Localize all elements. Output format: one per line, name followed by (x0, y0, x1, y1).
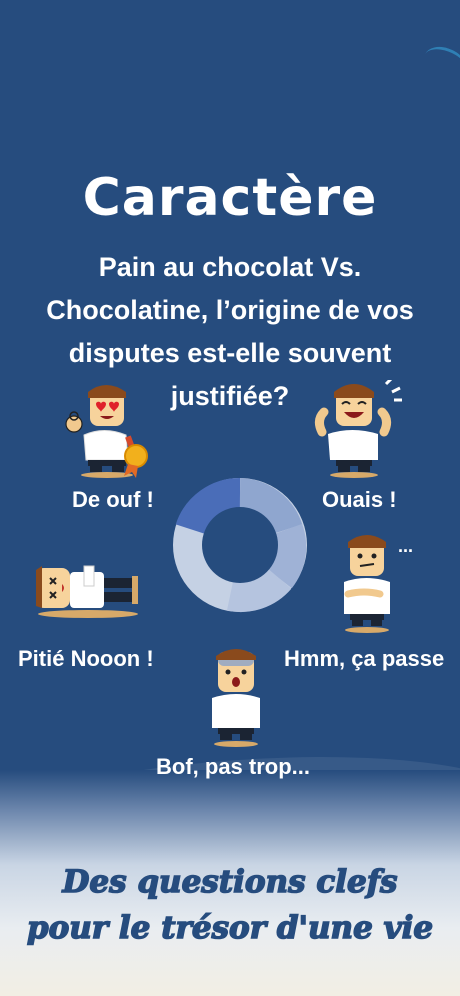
page-title: Caractère (82, 168, 378, 228)
answer-label-bof-pas-trop: Bof, pas trop... (156, 754, 310, 779)
answers-donut-graphic (173, 478, 307, 613)
thinking-character-icon (344, 535, 390, 633)
answer-label-ouais: Ouais ! (322, 487, 397, 512)
shocked-character-icon (212, 649, 260, 747)
decorative-curl (420, 41, 460, 82)
answer-label-pitie-nooon: Pitié Nooon ! (18, 646, 154, 671)
slogan-line-1: Des questions clefs (62, 863, 398, 901)
answer-label-de-ouf: De ouf ! (72, 487, 154, 512)
laughing-character-icon (314, 380, 402, 478)
knocked-out-character-icon (36, 565, 138, 618)
thinking-dots: ... (398, 536, 414, 556)
app-screen: Caractère Pain au chocolat Vs. Chocolati… (0, 0, 460, 996)
answer-label-hmm-ca-passe: Hmm, ça passe (284, 646, 445, 671)
love-eyes-character-icon (65, 385, 148, 478)
slogan-line-2: pour le trésor d'une vie (26, 909, 434, 947)
